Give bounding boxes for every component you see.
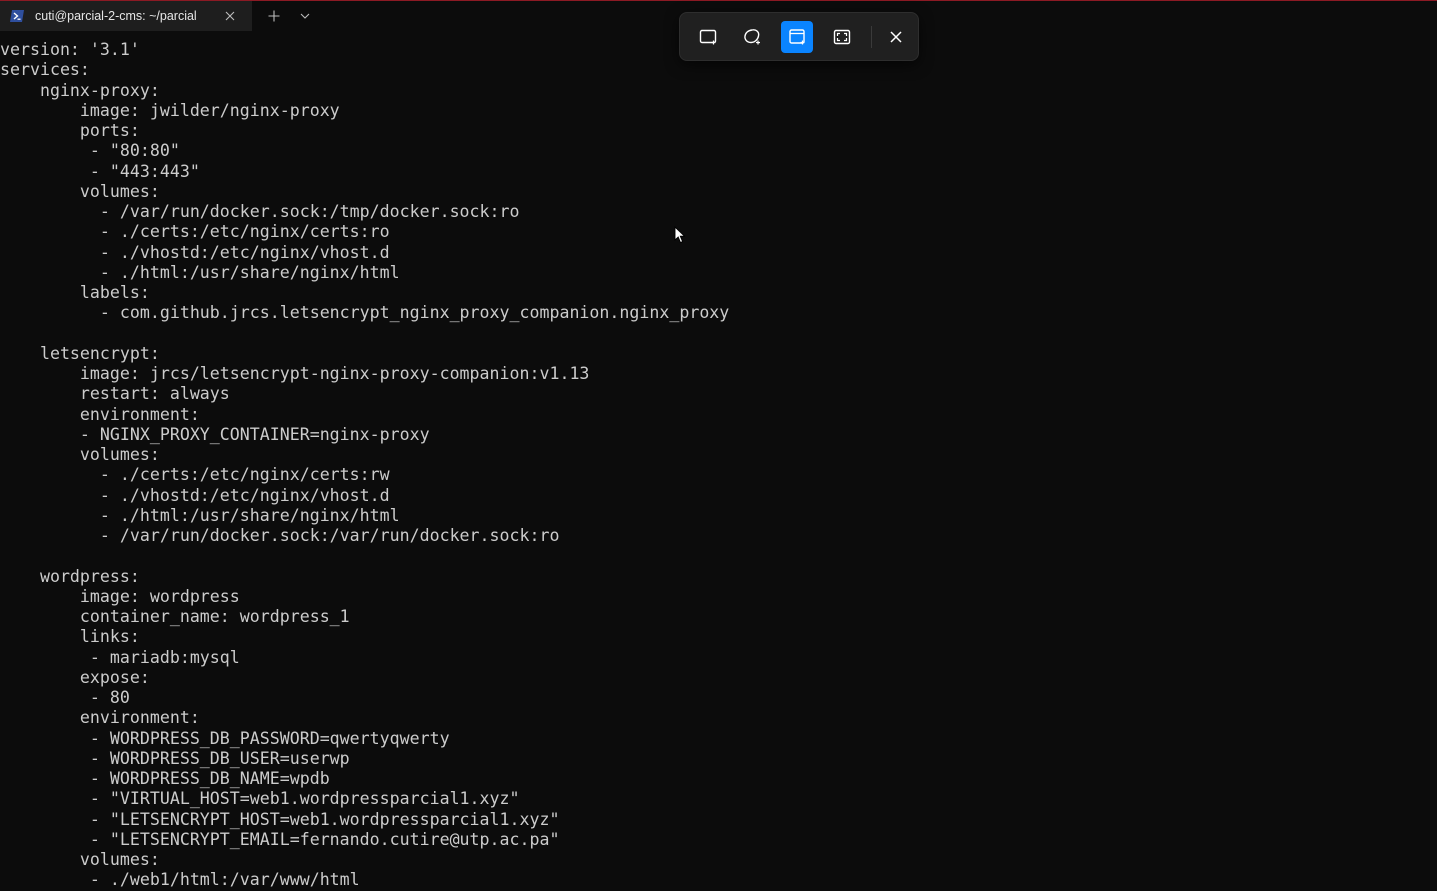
- terminal-line: version: '3.1': [0, 40, 140, 59]
- terminal-line: environment:: [0, 708, 200, 728]
- powershell-icon: [9, 8, 25, 24]
- chevron-down-icon[interactable]: [296, 6, 314, 26]
- terminal-line: wordpress:: [0, 566, 140, 586]
- terminal-line: ports:: [0, 121, 140, 140]
- close-icon: [890, 31, 902, 43]
- rectangle-snip-button[interactable]: [692, 21, 724, 53]
- terminal-line: - WORDPRESS_DB_PASSWORD=qwertyqwerty: [0, 728, 450, 748]
- terminal-line: - "VIRTUAL_HOST=web1.wordpressparcial1.x…: [0, 789, 520, 809]
- terminal-line: environment:: [0, 404, 200, 424]
- terminal-line: container_name: wordpress_1: [0, 607, 350, 626]
- snipping-toolbar: [679, 12, 919, 61]
- terminal-line: links:: [0, 627, 140, 647]
- terminal-line: volumes:: [0, 181, 160, 201]
- terminal-line: - ./html:/usr/share/nginx/html: [0, 505, 400, 525]
- terminal-line: - NGINX_PROXY_CONTAINER=nginx-proxy: [0, 424, 430, 444]
- close-tab-icon[interactable]: [222, 8, 238, 24]
- terminal-line: image: jwilder/nginx-proxy: [0, 100, 340, 120]
- terminal-line: - ./certs:/etc/nginx/certs:ro: [0, 222, 390, 242]
- terminal-line: nginx-proxy:: [0, 80, 160, 100]
- window-snip-icon: [789, 29, 805, 45]
- mouse-cursor-icon: [674, 226, 686, 244]
- terminal-line: - /var/run/docker.sock:/var/run/docker.s…: [0, 526, 560, 545]
- fullscreen-snip-icon: [833, 29, 851, 45]
- terminal-line: - ./certs:/etc/nginx/certs:rw: [0, 465, 390, 485]
- rectangle-snip-icon: [699, 29, 717, 45]
- terminal-line: image: wordpress: [0, 586, 240, 606]
- tab-title: cuti@parcial-2-cms: ~/parcial: [35, 9, 197, 23]
- terminal-line: - com.github.jrcs.letsencrypt_nginx_prox…: [0, 303, 730, 323]
- terminal-line: labels:: [0, 283, 150, 302]
- window-snip-button[interactable]: [781, 21, 813, 53]
- freeform-snip-icon: [744, 29, 760, 45]
- fullscreen-snip-button[interactable]: [826, 21, 858, 53]
- terminal-line: - ./web1/html:/var/www/html: [0, 870, 360, 890]
- terminal-line: - ./vhostd:/etc/nginx/vhost.d: [0, 485, 390, 505]
- terminal-output[interactable]: version: '3.1' services: nginx-proxy: ima…: [0, 40, 729, 891]
- terminal-line: letsencrypt:: [0, 343, 160, 363]
- terminal-line: - ./vhostd:/etc/nginx/vhost.d: [0, 242, 390, 262]
- terminal-line: restart: always: [0, 384, 230, 404]
- tab-terminal[interactable]: cuti@parcial-2-cms: ~/parcial: [0, 1, 252, 31]
- freeform-snip-button[interactable]: [736, 21, 768, 53]
- terminal-line: volumes:: [0, 850, 160, 869]
- terminal-line: - mariadb:mysql: [0, 647, 240, 667]
- terminal-line: services:: [0, 60, 90, 80]
- terminal-line: - "443:443": [0, 161, 200, 181]
- terminal-line: - WORDPRESS_DB_NAME=wpdb: [0, 769, 330, 788]
- terminal-line: - "LETSENCRYPT_EMAIL=fernando.cutire@utp…: [0, 829, 560, 849]
- close-snip-button[interactable]: [880, 21, 912, 53]
- terminal-line: - WORDPRESS_DB_USER=userwp: [0, 748, 350, 768]
- terminal-line: - "LETSENCRYPT_HOST=web1.wordpressparcia…: [0, 809, 560, 829]
- terminal-line: - 80: [0, 688, 130, 707]
- terminal-line: - "80:80": [0, 141, 180, 161]
- new-tab-button[interactable]: [264, 6, 284, 26]
- toolbar-divider: [871, 26, 872, 48]
- terminal-line: image: jrcs/letsencrypt-nginx-proxy-comp…: [0, 364, 590, 383]
- terminal-line: - ./html:/usr/share/nginx/html: [0, 262, 400, 282]
- terminal-line: - /var/run/docker.sock:/tmp/docker.sock:…: [0, 202, 520, 221]
- terminal-line: expose:: [0, 667, 150, 687]
- terminal-line: volumes:: [0, 445, 160, 464]
